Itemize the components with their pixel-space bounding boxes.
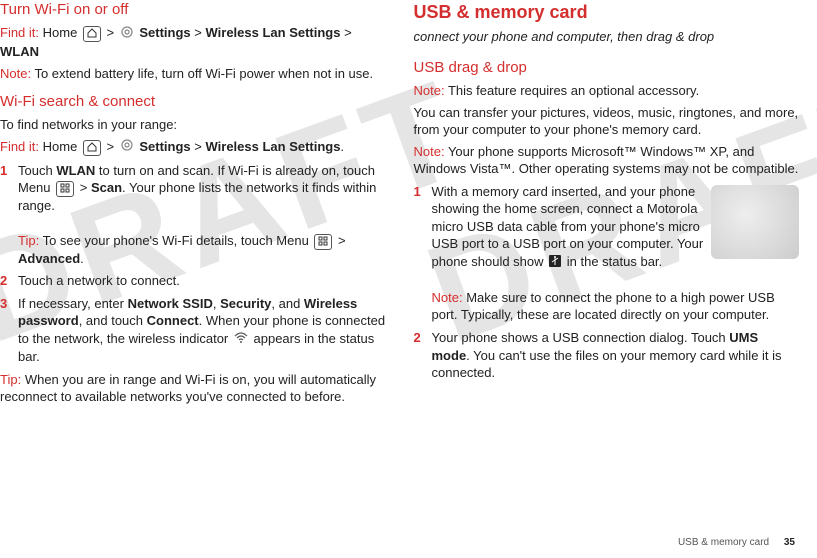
settings-label: Settings (139, 25, 190, 40)
note-label: Note: (432, 290, 463, 305)
step-body: With a memory card inserted, and your ph… (432, 183, 800, 324)
home-icon (83, 140, 101, 156)
right-column: USB & memory card connect your phone and… (400, 0, 800, 534)
text: , and touch (79, 313, 147, 328)
home-icon (83, 26, 101, 42)
menu-icon (314, 234, 332, 250)
text: This feature requires an optional access… (445, 83, 700, 98)
step-number: 2 (0, 272, 18, 290)
step-body: Touch a network to connect. (18, 272, 386, 290)
text: , and (271, 296, 304, 311)
text: Your phone shows a USB connection dialog… (432, 330, 730, 345)
text: > (191, 25, 206, 40)
paragraph-transfer: You can transfer your pictures, videos, … (414, 104, 800, 139)
tip-label: Tip: (0, 372, 21, 387)
page-container: Turn Wi-Fi on or off Find it: Home > Set… (0, 0, 817, 558)
note-label: Note: (0, 66, 31, 81)
wifi-icon (234, 331, 248, 349)
note-accessory: Note: This feature requires an optional … (414, 82, 800, 100)
list-item: 2 Touch a network to connect. (0, 272, 386, 290)
findit-path-2: Find it: Home > Settings > Wireless Lan … (0, 138, 386, 157)
step-number: 3 (0, 295, 18, 366)
heading-usb-drag: USB drag & drop (414, 58, 800, 78)
findit-label: Find it: (0, 25, 39, 40)
text: in the status bar. (563, 254, 662, 269)
menu-icon (56, 181, 74, 197)
findit-path-1: Find it: Home > Settings > Wireless Lan … (0, 24, 386, 60)
text: > (103, 139, 118, 154)
heading-wifi-toggle: Turn Wi-Fi on or off (0, 0, 386, 20)
wlan-settings-label: Wireless Lan Settings (206, 25, 341, 40)
scan-label: Scan (91, 180, 122, 195)
settings-label: Settings (139, 139, 190, 154)
steps-list: 1 Touch WLAN to turn on and scan. If Wi-… (0, 162, 386, 366)
tip-reconnect: Tip: When you are in range and Wi-Fi is … (0, 371, 386, 406)
step-number: 1 (414, 183, 432, 324)
wlan-label: WLAN (56, 163, 95, 178)
text: > (103, 25, 118, 40)
list-item: 3 If necessary, enter Network SSID, Secu… (0, 295, 386, 366)
text: > (76, 180, 91, 195)
text: . (80, 251, 84, 266)
text: To extend battery life, turn off Wi-Fi p… (31, 66, 373, 81)
usb-cable-image (711, 185, 799, 259)
text: Home (39, 25, 81, 40)
step-body: If necessary, enter Network SSID, Securi… (18, 295, 386, 366)
note-battery: Note: To extend battery life, turn off W… (0, 65, 386, 83)
tip-label: Tip: (18, 233, 39, 248)
list-item: 2 Your phone shows a USB connection dial… (414, 329, 800, 382)
list-item: 1 With a memory card inserted, and your … (414, 183, 800, 324)
steps-list: 1 With a memory card inserted, and your … (414, 183, 800, 382)
wlan-settings-label: Wireless Lan Settings (206, 139, 341, 154)
step-body: Your phone shows a USB connection dialog… (432, 329, 800, 382)
text: If necessary, enter (18, 296, 128, 311)
note-compat: Note: Your phone supports Microsoft™ Win… (414, 143, 800, 178)
usb-status-icon (549, 254, 561, 272)
heading-wifi-search: Wi-Fi search & connect (0, 92, 386, 112)
left-column: Turn Wi-Fi on or off Find it: Home > Set… (0, 0, 400, 534)
text: To see your phone's Wi-Fi details, touch… (39, 233, 312, 248)
text: > (334, 233, 345, 248)
note-label: Note: (414, 83, 445, 98)
advanced-label: Advanced (18, 251, 80, 266)
security-label: Security (220, 296, 271, 311)
text: When you are in range and Wi-Fi is on, y… (0, 372, 376, 405)
gear-icon (120, 138, 134, 157)
ssid-label: Network SSID (128, 296, 213, 311)
step-number: 1 (0, 162, 18, 267)
step-body: Touch WLAN to turn on and scan. If Wi-Fi… (18, 162, 386, 267)
note-label: Note: (414, 144, 445, 159)
heading-usb-memory: USB & memory card (414, 0, 800, 24)
gear-icon (120, 25, 134, 44)
connect-label: Connect (147, 313, 199, 328)
subtitle: connect your phone and computer, then dr… (414, 28, 800, 46)
list-item: 1 Touch WLAN to turn on and scan. If Wi-… (0, 162, 386, 267)
text: Touch (18, 163, 56, 178)
text: Your phone supports Microsoft™ Windows™ … (414, 144, 799, 177)
step-number: 2 (414, 329, 432, 382)
text: , (213, 296, 220, 311)
text: Home (39, 139, 81, 154)
paragraph-find: To find networks in your range: (0, 116, 386, 134)
text: . You can't use the files on your memory… (432, 348, 782, 381)
text: Make sure to connect the phone to a high… (432, 290, 775, 323)
text: > (191, 139, 206, 154)
wlan-label: WLAN (0, 44, 39, 59)
text: > (340, 25, 351, 40)
findit-label: Find it: (0, 139, 39, 154)
